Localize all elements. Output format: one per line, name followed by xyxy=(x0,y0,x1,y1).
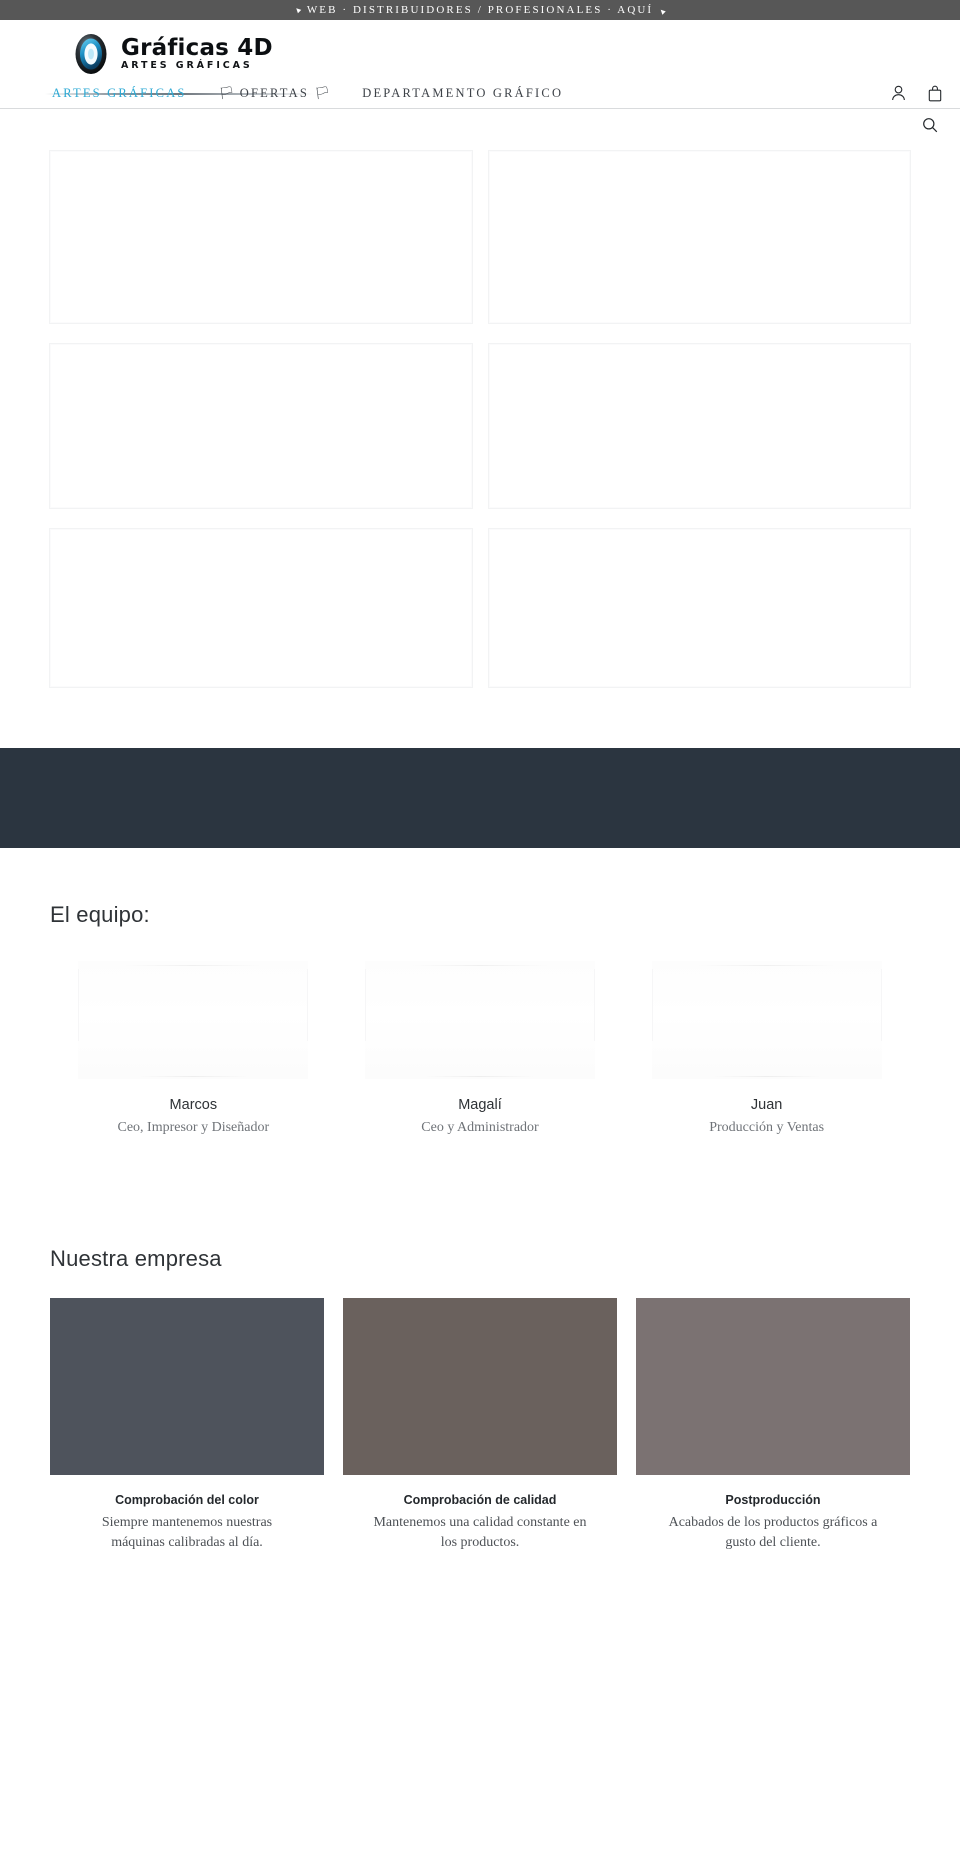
announcement-bar[interactable]: ▲ WEB · DISTRIBUIDORES / PROFESIONALES ·… xyxy=(0,0,960,20)
triangle-right-icon: ▲ xyxy=(656,3,670,17)
flag-right-icon: 🏳 xyxy=(314,85,331,100)
company-card-image xyxy=(50,1298,324,1475)
product-placeholder-5[interactable] xyxy=(50,529,472,687)
announcement-label: WEB · DISTRIBUIDORES / PROFESIONALES · A… xyxy=(306,4,654,16)
company-card-image xyxy=(343,1298,617,1475)
nav-item-artes-graficas[interactable]: ARTES GRÁFICAS xyxy=(36,86,203,101)
brand-logo[interactable]: Gráficas 4D ARTES GRÁFICAS xyxy=(70,33,273,75)
nav-item-departamento-grafico[interactable]: DEPARTAMENTO GRÁFICO xyxy=(346,86,579,101)
product-placeholder-3[interactable] xyxy=(50,344,472,508)
product-placeholder-2[interactable] xyxy=(488,151,910,323)
nav-item-ofertas[interactable]: 🏳 OFERTAS 🏳 xyxy=(203,85,347,101)
company-section-title: Nuestra empresa xyxy=(50,1246,222,1271)
company-card-grid: Comprobación del color Siempre mantenemo… xyxy=(50,1298,910,1554)
header-icon-group xyxy=(891,78,942,108)
triangle-left-icon: ▲ xyxy=(290,3,304,17)
search-icon[interactable] xyxy=(922,117,938,133)
company-card-title: Comprobación del color xyxy=(115,1493,259,1507)
nav-item-ofertas-label: OFERTAS xyxy=(239,86,310,100)
company-card-quality-check: Comprobación de calidad Mantenemos una c… xyxy=(343,1298,617,1554)
team-photo-placeholder xyxy=(364,961,595,1079)
product-placeholder-1[interactable] xyxy=(50,151,472,323)
team-section: El equipo: Marcos Ceo, Impresor y Diseña… xyxy=(0,848,960,1136)
graficas-4d-logo-icon xyxy=(70,33,112,75)
company-card-title: Comprobación de calidad xyxy=(403,1493,557,1507)
company-card-title: Postproducción xyxy=(725,1493,821,1507)
team-member-name: Juan xyxy=(750,1097,783,1113)
nav-items: ARTES GRÁFICAS 🏳 OFERTAS 🏳 DEPARTAMENTO … xyxy=(36,85,579,101)
flag-left-icon: 🏳 xyxy=(218,85,235,100)
product-placeholder-6[interactable] xyxy=(488,529,910,687)
search-row xyxy=(0,109,960,141)
product-grid-section xyxy=(0,141,960,687)
announcement-text: ▲ WEB · DISTRIBUIDORES / PROFESIONALES ·… xyxy=(290,3,670,17)
dark-banner-band xyxy=(0,748,960,848)
brand-tagline: ARTES GRÁFICAS xyxy=(121,60,253,72)
team-section-title: El equipo: xyxy=(50,902,150,927)
site-header: Gráficas 4D ARTES GRÁFICAS ARTES GRÁFICA… xyxy=(0,20,960,141)
company-section: Nuestra empresa Comprobación del color S… xyxy=(0,1136,960,1554)
team-member-role: Ceo y Administrador xyxy=(421,1120,539,1135)
team-grid: Marcos Ceo, Impresor y Diseñador Magalí … xyxy=(50,961,910,1136)
brand-name: Gráficas 4D xyxy=(121,35,273,62)
company-card-postproduction: Postproducción Acabados de los productos… xyxy=(636,1298,910,1554)
company-card-text: Mantenemos una calidad constante en los … xyxy=(373,1515,587,1551)
product-grid xyxy=(50,151,910,687)
team-member-marcos: Marcos Ceo, Impresor y Diseñador xyxy=(50,961,337,1136)
company-card-text: Acabados de los productos gráficos a gus… xyxy=(668,1515,878,1551)
main-navigation: ARTES GRÁFICAS 🏳 OFERTAS 🏳 DEPARTAMENTO … xyxy=(0,78,960,108)
team-photo-placeholder xyxy=(651,961,882,1079)
team-photo-placeholder xyxy=(78,961,309,1079)
team-member-role: Ceo, Impresor y Diseñador xyxy=(117,1120,270,1135)
company-card-color-check: Comprobación del color Siempre mantenemo… xyxy=(50,1298,324,1554)
product-placeholder-4[interactable] xyxy=(488,344,910,508)
company-card-image xyxy=(636,1298,910,1475)
company-card-text: Siempre mantenemos nuestras máquinas cal… xyxy=(101,1515,273,1551)
team-member-name: Magalí xyxy=(458,1097,502,1113)
team-member-magali: Magalí Ceo y Administrador xyxy=(337,961,624,1136)
team-member-role: Producción y Ventas xyxy=(709,1120,825,1135)
logo-area[interactable]: Gráficas 4D ARTES GRÁFICAS xyxy=(0,20,960,95)
team-member-name: Marcos xyxy=(169,1097,218,1113)
team-member-juan: Juan Producción y Ventas xyxy=(623,961,910,1136)
shopping-bag-icon[interactable] xyxy=(928,85,942,102)
account-icon[interactable] xyxy=(891,85,906,101)
